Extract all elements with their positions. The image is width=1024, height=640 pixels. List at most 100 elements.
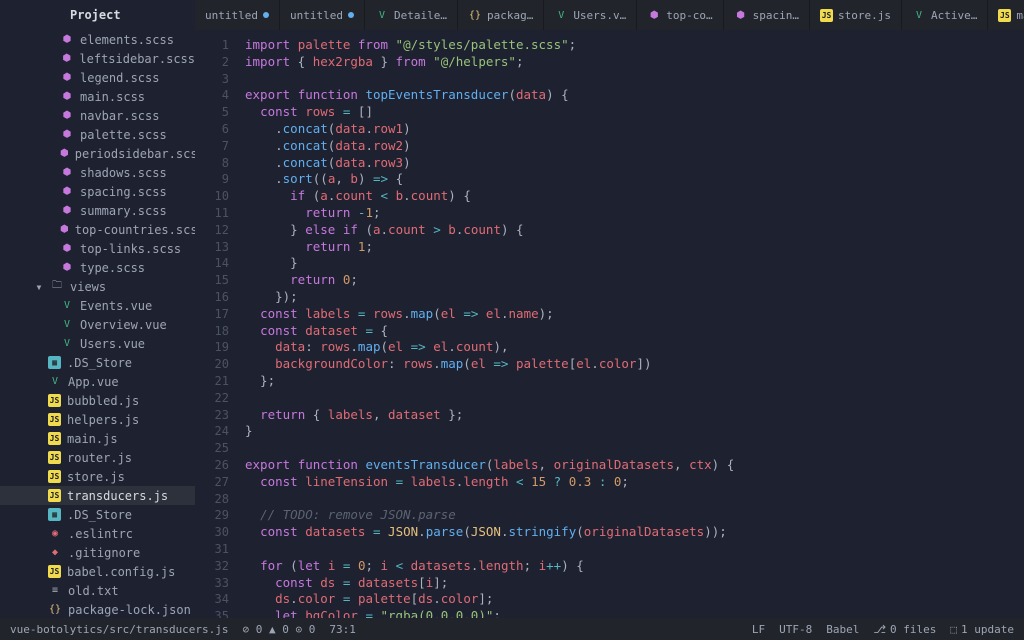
code-line[interactable]: export function topEventsTransducer(data… bbox=[245, 87, 1024, 104]
status-path[interactable]: vue-botolytics/src/transducers.js bbox=[10, 623, 229, 636]
tree-item-leftsidebar-scss[interactable]: ⬢leftsidebar.scss bbox=[0, 49, 195, 68]
tab-label: Active… bbox=[931, 9, 977, 22]
tree-item-helpers-js[interactable]: JShelpers.js bbox=[0, 410, 195, 429]
status-language[interactable]: Babel bbox=[826, 623, 859, 636]
code-line[interactable]: if (a.count < b.count) { bbox=[245, 188, 1024, 205]
tree-item-label: Users.vue bbox=[80, 337, 145, 351]
tab-detaile-[interactable]: VDetaile… bbox=[365, 0, 458, 30]
code-line[interactable]: return 0; bbox=[245, 272, 1024, 289]
status-cursor-pos[interactable]: 73:1 bbox=[329, 623, 356, 636]
code-line[interactable] bbox=[245, 541, 1024, 558]
code-line[interactable]: .sort((a, b) => { bbox=[245, 171, 1024, 188]
tree-item-legend-scss[interactable]: ⬢legend.scss bbox=[0, 68, 195, 87]
line-number: 25 bbox=[195, 440, 229, 457]
tree-item-summary-scss[interactable]: ⬢summary.scss bbox=[0, 201, 195, 220]
tree-item-events-vue[interactable]: VEvents.vue bbox=[0, 296, 195, 315]
code-line[interactable]: }; bbox=[245, 373, 1024, 390]
tree-item-type-scss[interactable]: ⬢type.scss bbox=[0, 258, 195, 277]
tree-item-bubbled-js[interactable]: JSbubbled.js bbox=[0, 391, 195, 410]
code-line[interactable]: return 1; bbox=[245, 239, 1024, 256]
tree-item-views[interactable]: ▾🗀views bbox=[0, 277, 195, 296]
code-line[interactable]: data: rows.map(el => el.count), bbox=[245, 339, 1024, 356]
tree-item-top-countries-scss[interactable]: ⬢top-countries.scss bbox=[0, 220, 195, 239]
code-line[interactable]: const ds = datasets[i]; bbox=[245, 575, 1024, 592]
code-line[interactable]: .concat(data.row2) bbox=[245, 138, 1024, 155]
tree-item--ds-store[interactable]: ▦.DS_Store bbox=[0, 353, 195, 372]
tab-packag-[interactable]: {}packag… bbox=[458, 0, 544, 30]
tree-item-app-vue[interactable]: VApp.vue bbox=[0, 372, 195, 391]
tab-spacin-[interactable]: ⬢spacin… bbox=[724, 0, 810, 30]
line-number: 33 bbox=[195, 575, 229, 592]
code-line[interactable] bbox=[245, 491, 1024, 508]
line-number: 2 bbox=[195, 54, 229, 71]
tree-item-transducers-js[interactable]: JStransducers.js bbox=[0, 486, 195, 505]
chevron-down-icon[interactable]: ▾ bbox=[34, 280, 44, 294]
status-eol[interactable]: LF bbox=[752, 623, 765, 636]
code-line[interactable] bbox=[245, 390, 1024, 407]
tree-item--gitignore[interactable]: ◆.gitignore bbox=[0, 543, 195, 562]
code-line[interactable]: import palette from "@/styles/palette.sc… bbox=[245, 37, 1024, 54]
code-line[interactable]: let bgColor = "rgba(0,0,0,0)"; bbox=[245, 608, 1024, 618]
code-line[interactable]: .concat(data.row1) bbox=[245, 121, 1024, 138]
yaml-icon: ◉ bbox=[48, 527, 62, 541]
code-line[interactable]: for (let i = 0; i < datasets.length; i++… bbox=[245, 558, 1024, 575]
tree-item-spacing-scss[interactable]: ⬢spacing.scss bbox=[0, 182, 195, 201]
code-line[interactable]: return { labels, dataset }; bbox=[245, 407, 1024, 424]
code-line[interactable] bbox=[245, 71, 1024, 88]
tree-item-package-lock-json[interactable]: {}package-lock.json bbox=[0, 600, 195, 618]
code-line[interactable]: const rows = [] bbox=[245, 104, 1024, 121]
line-number: 21 bbox=[195, 373, 229, 390]
tree-item-main-js[interactable]: JSmain.js bbox=[0, 429, 195, 448]
tree-item--eslintrc[interactable]: ◉.eslintrc bbox=[0, 524, 195, 543]
tree-item-periodsidebar-scss[interactable]: ⬢periodsidebar.scss bbox=[0, 144, 195, 163]
code-line[interactable]: backgroundColor: rows.map(el => palette[… bbox=[245, 356, 1024, 373]
code-line[interactable]: const lineTension = labels.length < 15 ?… bbox=[245, 474, 1024, 491]
line-number: 3 bbox=[195, 71, 229, 88]
tree-item-router-js[interactable]: JSrouter.js bbox=[0, 448, 195, 467]
tab-untitled[interactable]: untitled bbox=[280, 0, 365, 30]
tab-untitled[interactable]: untitled bbox=[195, 0, 280, 30]
code-line[interactable]: return -1; bbox=[245, 205, 1024, 222]
code-line[interactable]: }); bbox=[245, 289, 1024, 306]
tree-item-navbar-scss[interactable]: ⬢navbar.scss bbox=[0, 106, 195, 125]
tree-item-babel-config-js[interactable]: JSbabel.config.js bbox=[0, 562, 195, 581]
code-line[interactable]: } bbox=[245, 255, 1024, 272]
tree-item--ds-store[interactable]: ▦.DS_Store bbox=[0, 505, 195, 524]
status-encoding[interactable]: UTF-8 bbox=[779, 623, 812, 636]
code-line[interactable]: const datasets = JSON.parse(JSON.stringi… bbox=[245, 524, 1024, 541]
code-line[interactable]: import { hex2rgba } from "@/helpers"; bbox=[245, 54, 1024, 71]
code-editor[interactable]: 1234567891011121314151617181920212223242… bbox=[195, 30, 1024, 618]
git-icon: ◆ bbox=[48, 546, 62, 560]
code-line[interactable]: const dataset = { bbox=[245, 323, 1024, 340]
code-content[interactable]: import palette from "@/styles/palette.sc… bbox=[239, 30, 1024, 618]
tab-top-co-[interactable]: ⬢top-co… bbox=[637, 0, 723, 30]
code-line[interactable]: } else if (a.count > b.count) { bbox=[245, 222, 1024, 239]
code-line[interactable]: .concat(data.row3) bbox=[245, 155, 1024, 172]
tree-item-users-vue[interactable]: VUsers.vue bbox=[0, 334, 195, 353]
code-line[interactable]: // TODO: remove JSON.parse bbox=[245, 507, 1024, 524]
sass-icon: ⬢ bbox=[647, 8, 661, 22]
tree-item-main-scss[interactable]: ⬢main.scss bbox=[0, 87, 195, 106]
code-line[interactable]: } bbox=[245, 423, 1024, 440]
tree-item-label: store.js bbox=[67, 470, 125, 484]
modified-dot-icon bbox=[263, 12, 269, 18]
sass-icon: ⬢ bbox=[60, 71, 74, 85]
sass-icon: ⬢ bbox=[60, 128, 74, 142]
tab-users-v-[interactable]: VUsers.v… bbox=[544, 0, 637, 30]
status-diagnostics[interactable]: ⊘ 0 ▲ 0 ⊙ 0 bbox=[243, 623, 316, 636]
code-line[interactable]: const labels = rows.map(el => el.name); bbox=[245, 306, 1024, 323]
tree-item-shadows-scss[interactable]: ⬢shadows.scss bbox=[0, 163, 195, 182]
tree-item-elements-scss[interactable]: ⬢elements.scss bbox=[0, 30, 195, 49]
tree-item-overview-vue[interactable]: VOverview.vue bbox=[0, 315, 195, 334]
tree-item-top-links-scss[interactable]: ⬢top-links.scss bbox=[0, 239, 195, 258]
tab-main-js[interactable]: JSmain.js bbox=[988, 0, 1024, 30]
tree-item-old-txt[interactable]: ≡old.txt bbox=[0, 581, 195, 600]
tab-store-js[interactable]: JSstore.js bbox=[810, 0, 902, 30]
code-line[interactable]: ds.color = palette[ds.color]; bbox=[245, 591, 1024, 608]
code-line[interactable]: export function eventsTransducer(labels,… bbox=[245, 457, 1024, 474]
tree-item-label: spacing.scss bbox=[80, 185, 167, 199]
tab-active-[interactable]: VActive… bbox=[902, 0, 988, 30]
tree-item-palette-scss[interactable]: ⬢palette.scss bbox=[0, 125, 195, 144]
code-line[interactable] bbox=[245, 440, 1024, 457]
tree-item-store-js[interactable]: JSstore.js bbox=[0, 467, 195, 486]
